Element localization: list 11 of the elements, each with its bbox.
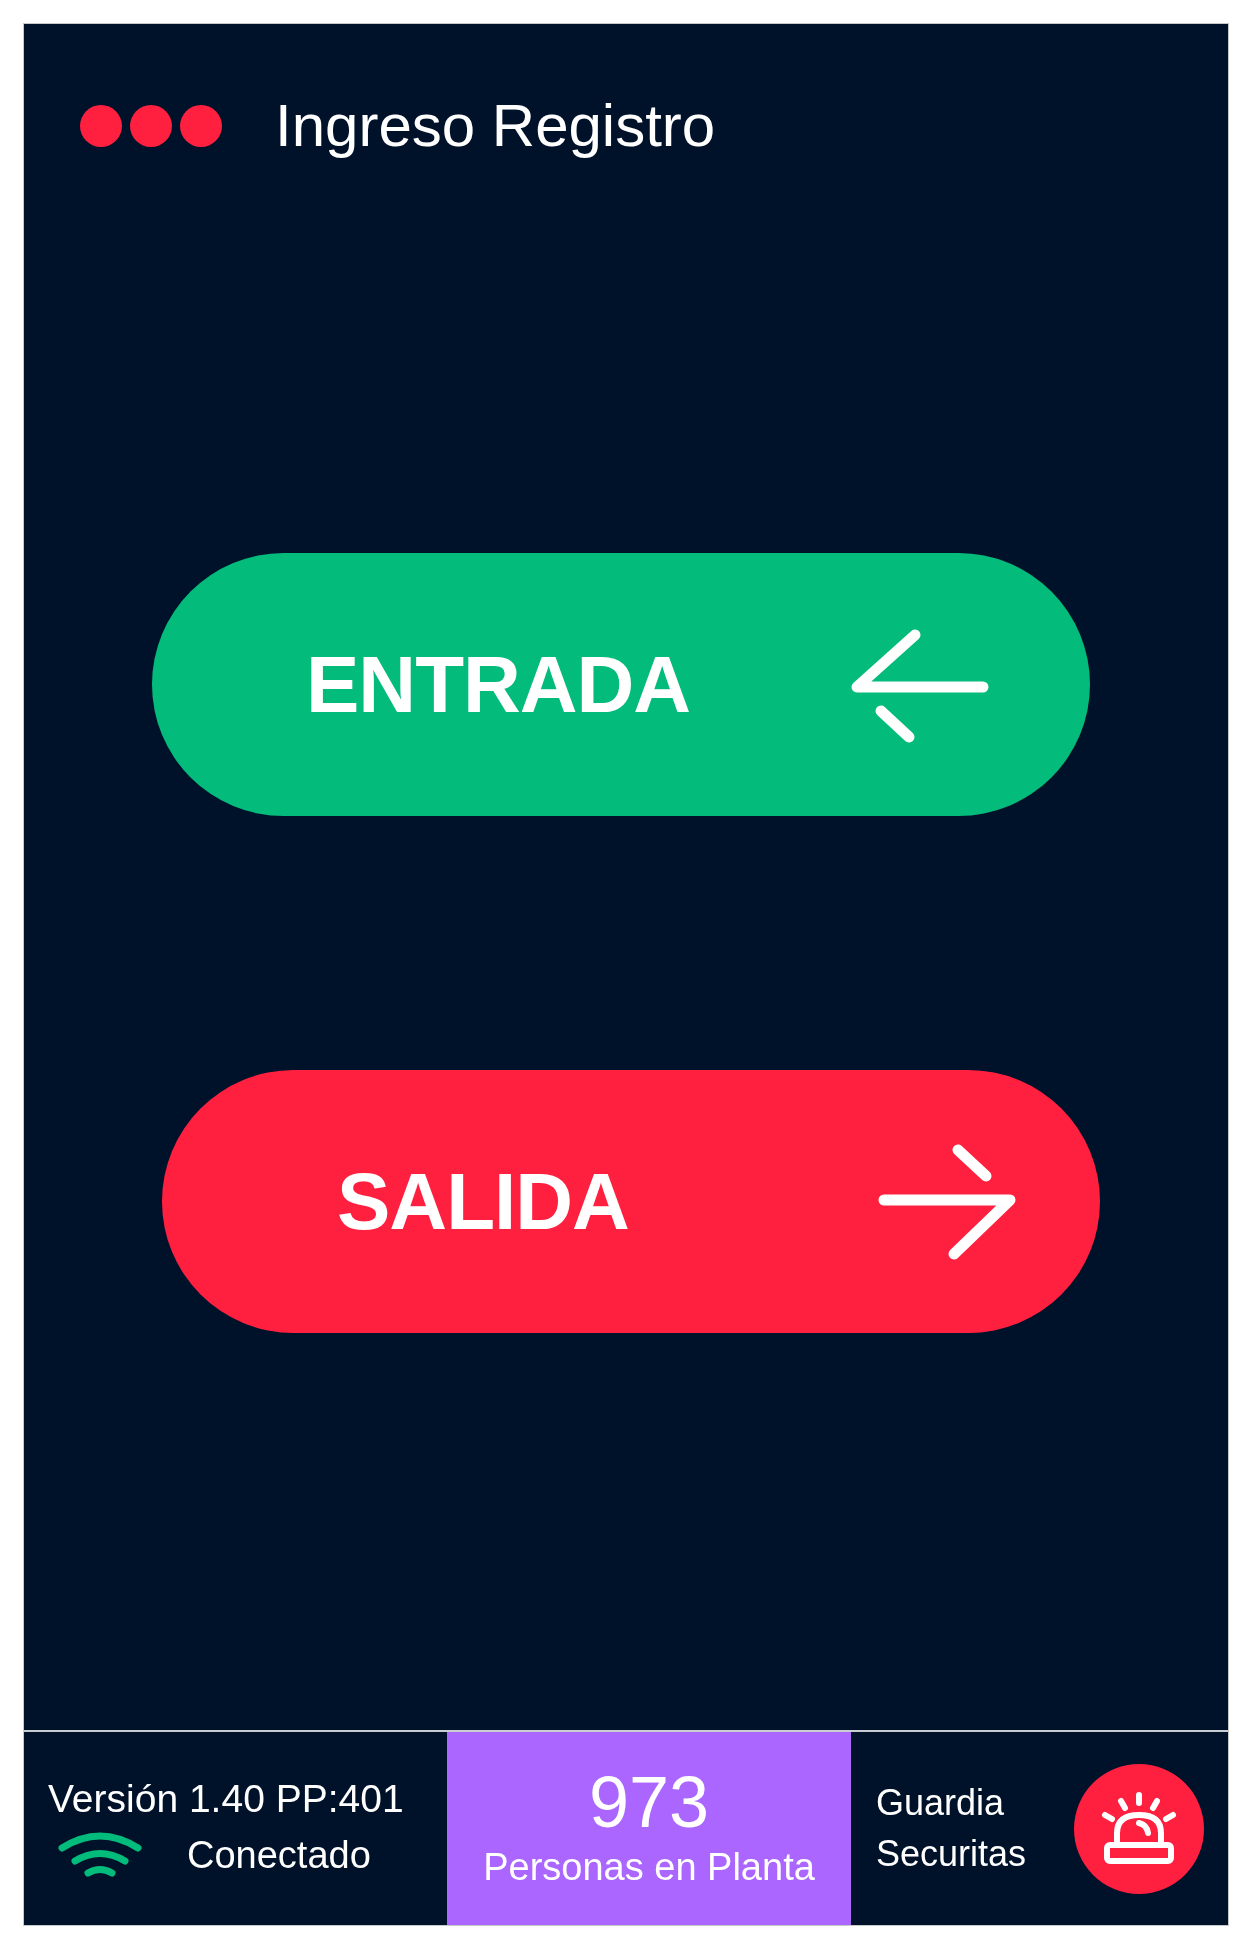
people-count-label: Personas en Planta: [483, 1844, 815, 1890]
version-text: Versión 1.40 PP:401: [48, 1779, 405, 1818]
guard-label: Guardia Securitas: [876, 1781, 1028, 1876]
right-arrow-icon: [878, 1143, 1018, 1260]
app-title: Ingreso Registro: [275, 96, 716, 156]
connection-status: Conectado: [187, 1836, 371, 1874]
siren-icon: [1099, 1790, 1179, 1867]
people-count: 973: [588, 1765, 710, 1838]
salida-button[interactable]: SALIDA: [162, 1070, 1100, 1333]
logo-icon: [80, 105, 222, 147]
entrada-button[interactable]: ENTRADA: [152, 553, 1090, 816]
